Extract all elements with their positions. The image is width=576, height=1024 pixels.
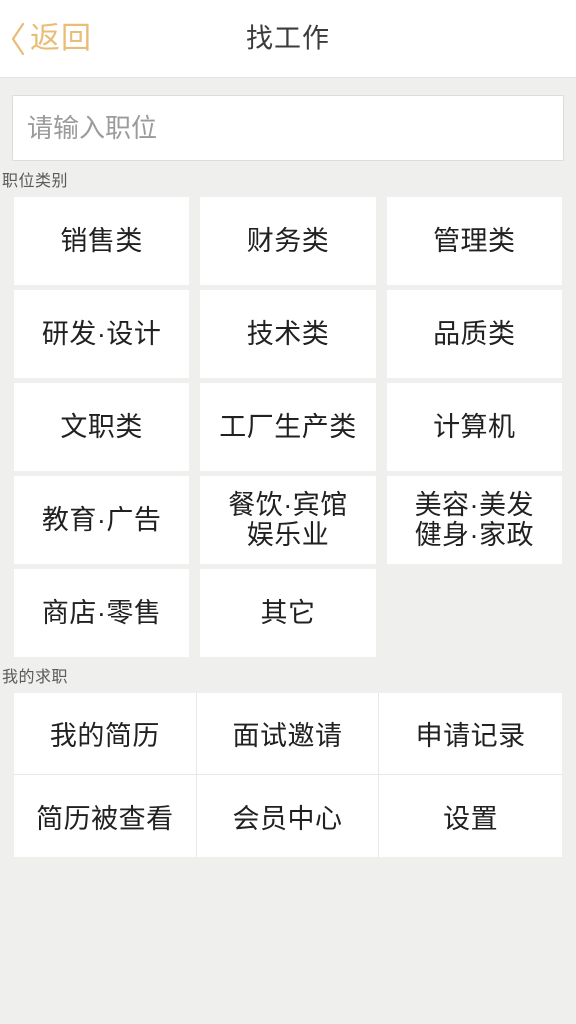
category-grid: 销售类 财务类 管理类 研发·设计 技术类 品质类 文职类 工厂生产类 计算机 …: [0, 197, 576, 658]
category-tile[interactable]: 工厂生产类: [200, 383, 376, 472]
category-tile[interactable]: 文职类: [14, 383, 190, 472]
category-tile[interactable]: 计算机: [386, 383, 562, 472]
category-tile[interactable]: 教育·广告: [14, 476, 190, 565]
category-tile[interactable]: 其它: [200, 569, 376, 658]
category-tile[interactable]: 销售类: [14, 197, 190, 286]
category-tile-line2: 健身·家政: [414, 520, 535, 551]
category-tile[interactable]: 餐饮·宾馆 娱乐业: [200, 476, 376, 565]
my-jobs-card: 我的简历 面试邀请 申请记录 简历被查看 会员中心 设置: [14, 693, 562, 858]
category-tile[interactable]: 技术类: [200, 290, 376, 379]
search-section: [0, 78, 576, 161]
my-jobs-item-my-resume[interactable]: 我的简历: [14, 693, 197, 776]
category-tile[interactable]: 财务类: [200, 197, 376, 286]
my-jobs-item-resume-views[interactable]: 简历被查看: [14, 775, 197, 858]
category-tile-line2: 娱乐业: [246, 520, 330, 551]
category-tile-placeholder: [387, 569, 562, 657]
my-jobs-item-member-center[interactable]: 会员中心: [197, 775, 380, 858]
my-jobs-item-interview-invites[interactable]: 面试邀请: [196, 693, 380, 776]
category-tile[interactable]: 美容·美发 健身·家政: [386, 476, 562, 565]
search-input[interactable]: [12, 95, 564, 161]
category-tile-line1: 美容·美发: [414, 489, 535, 520]
app-header: 返回 找工作: [0, 0, 576, 78]
my-jobs-section: 我的简历 面试邀请 申请记录 简历被查看 会员中心 设置: [0, 693, 576, 858]
category-tile[interactable]: 研发·设计: [14, 290, 190, 379]
category-tile[interactable]: 商店·零售: [14, 569, 190, 658]
my-jobs-section-label: 我的求职: [2, 669, 69, 687]
categories-section-label: 职位类别: [2, 173, 69, 190]
category-tile-lines: 美容·美发 健身·家政: [415, 490, 535, 550]
category-tile-line1: 餐饮·宾馆: [228, 489, 348, 520]
category-tile-lines: 餐饮·宾馆 娱乐业: [228, 490, 348, 550]
category-tile[interactable]: 管理类: [386, 197, 562, 286]
page-title: 找工作: [246, 23, 330, 53]
my-jobs-item-settings[interactable]: 设置: [379, 775, 562, 857]
category-tile[interactable]: 品质类: [386, 290, 562, 379]
my-jobs-item-application-records[interactable]: 申请记录: [379, 693, 562, 776]
